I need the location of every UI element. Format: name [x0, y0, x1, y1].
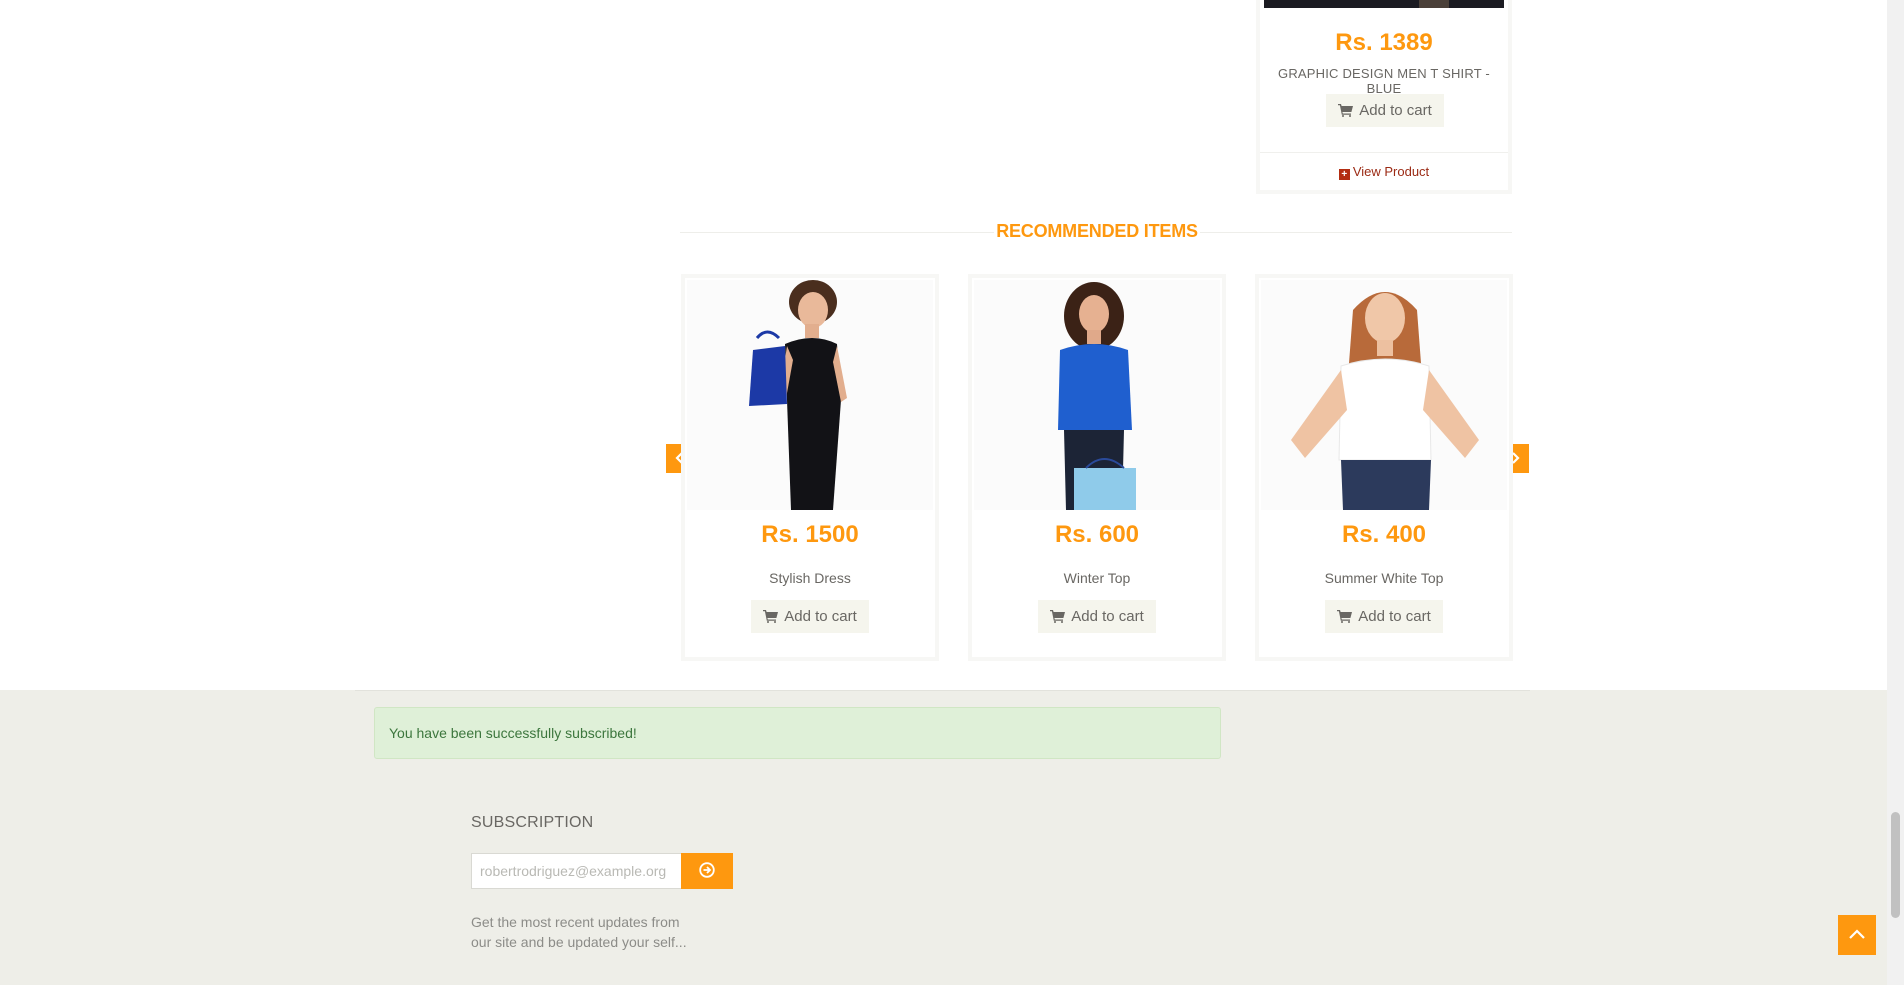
add-to-cart-label: Add to cart — [1359, 102, 1432, 119]
product-image — [687, 280, 933, 510]
product-name: Summer White Top — [1324, 570, 1444, 586]
footer: You have been successfully subscribed! S… — [0, 690, 1887, 985]
subscription-description: Get the most recent updates from our sit… — [471, 912, 701, 952]
product-name: Winter Top — [1063, 570, 1131, 586]
product-price: Rs. 600 — [1054, 521, 1140, 548]
scrollbar-thumb[interactable] — [1891, 812, 1900, 918]
add-to-cart-label: Add to cart — [1071, 608, 1144, 625]
add-to-cart-button[interactable]: Add to cart — [751, 600, 869, 633]
plus-square-icon: + — [1338, 169, 1350, 180]
product-card: Rs. 1389 GRAPHIC DESIGN MEN T SHIRT - BL… — [1256, 0, 1512, 194]
product-image — [974, 280, 1220, 510]
view-product-label: View Product — [1352, 164, 1430, 179]
add-to-cart-button[interactable]: Add to cart — [1325, 600, 1443, 633]
chevron-up-icon — [1849, 928, 1865, 939]
add-to-cart-label: Add to cart — [1358, 608, 1431, 625]
product-price: Rs. 1500 — [761, 521, 859, 548]
description-line: Get the most recent updates from — [471, 914, 680, 930]
add-to-cart-button[interactable]: Add to cart — [1326, 94, 1444, 127]
shopping-cart-icon — [763, 610, 779, 623]
shopping-cart-icon — [1050, 610, 1066, 623]
product-image — [1261, 280, 1507, 510]
view-product-link[interactable]: + View Product — [1260, 164, 1508, 180]
product-image — [1264, 0, 1504, 8]
product-price: Rs. 1389 — [1335, 29, 1433, 56]
subscribe-button[interactable] — [681, 853, 733, 889]
recommended-product-card: Rs. 400 Summer White Top Add to cart — [1255, 274, 1513, 661]
shopping-cart-icon — [1337, 610, 1353, 623]
page: Rs. 1389 GRAPHIC DESIGN MEN T SHIRT - BL… — [0, 0, 1887, 985]
footer-divider — [355, 690, 1530, 691]
subscription-email-input[interactable] — [471, 853, 682, 889]
product-name: GRAPHIC DESIGN MEN T SHIRT - BLUE — [1278, 66, 1490, 96]
arrow-circle-right-icon — [699, 861, 715, 878]
shopping-cart-icon — [1338, 104, 1354, 117]
recommended-items-title: RECOMMENDED ITEMS — [994, 221, 1200, 242]
product-name: Stylish Dress — [769, 570, 851, 586]
scrollbar[interactable] — [1887, 0, 1904, 985]
success-alert: You have been successfully subscribed! — [374, 707, 1221, 759]
description-line: our site and be updated your self... — [471, 934, 687, 950]
subscription-title: SUBSCRIPTION — [471, 814, 594, 831]
divider — [1260, 152, 1508, 153]
product-price: Rs. 400 — [1341, 521, 1427, 548]
scroll-up-button[interactable] — [1838, 915, 1876, 955]
add-to-cart-button[interactable]: Add to cart — [1038, 600, 1156, 633]
add-to-cart-label: Add to cart — [784, 608, 857, 625]
recommended-product-card: Rs. 600 Winter Top Add to cart — [968, 274, 1226, 661]
recommended-product-card: Rs. 1500 Stylish Dress Add to cart — [681, 274, 939, 661]
